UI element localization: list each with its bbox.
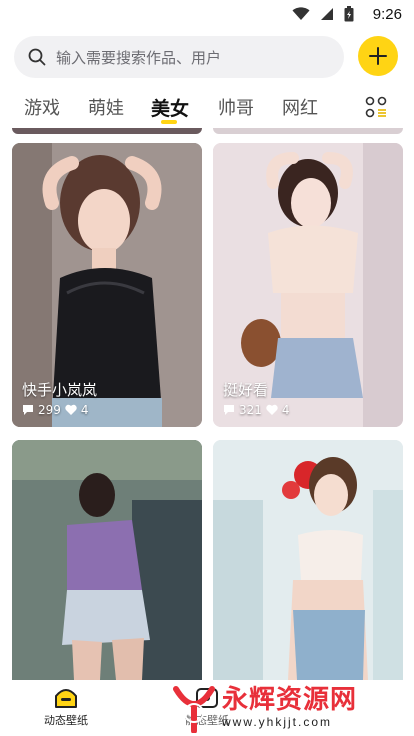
status-bar: 9:26 bbox=[0, 0, 414, 30]
wallpaper-thumbnail bbox=[213, 440, 403, 680]
heart-icon bbox=[266, 404, 278, 415]
search-bar[interactable]: 输入需要搜索作品、用户 bbox=[14, 36, 344, 78]
card-title: 快手小岚岚 bbox=[22, 381, 98, 399]
card-stats: 299 4 bbox=[22, 403, 89, 417]
tab-kids[interactable]: 萌娃 bbox=[88, 94, 124, 120]
tab-handsome[interactable]: 帅哥 bbox=[218, 94, 254, 120]
signal-icon bbox=[321, 8, 333, 20]
home-dynamic-icon bbox=[55, 689, 77, 708]
status-time: 9:26 bbox=[372, 6, 402, 23]
site-watermark: 永辉资源网 www.yhkjjt.com bbox=[168, 685, 357, 733]
battery-icon bbox=[344, 6, 354, 22]
wallpaper-thumbnail bbox=[12, 440, 202, 680]
search-input[interactable]: 输入需要搜索作品、用户 bbox=[56, 47, 221, 68]
tab-influencer[interactable]: 网红 bbox=[282, 94, 318, 120]
wallpaper-card[interactable] bbox=[213, 440, 403, 680]
wallpaper-card-partial[interactable] bbox=[12, 128, 202, 134]
card-stats: 321 4 bbox=[223, 403, 290, 417]
add-button[interactable] bbox=[358, 36, 398, 76]
active-tab-indicator bbox=[161, 120, 177, 124]
category-tabs: 游戏 萌娃 美女 帅哥 网红 bbox=[0, 86, 414, 130]
wallpaper-card[interactable] bbox=[12, 440, 202, 680]
tab-games[interactable]: 游戏 bbox=[24, 94, 60, 120]
like-count: 4 bbox=[281, 403, 290, 417]
watermark-url: www.yhkjjt.com bbox=[222, 715, 333, 729]
comment-count: 321 bbox=[239, 403, 262, 417]
watermark-logo bbox=[173, 686, 215, 733]
tab-beauty[interactable]: 美女 bbox=[151, 94, 189, 121]
wallpaper-card-partial[interactable] bbox=[213, 128, 403, 134]
wallpaper-card[interactable]: 快手小岚岚 299 4 bbox=[12, 143, 202, 427]
status-icons bbox=[292, 6, 354, 22]
watermark-title: 永辉资源网 bbox=[222, 685, 358, 715]
card-title: 挺好看 bbox=[223, 381, 269, 399]
nav-label: 动态壁纸 bbox=[44, 714, 88, 727]
plus-icon bbox=[369, 47, 387, 65]
wallpaper-card[interactable]: 挺好看 321 4 bbox=[213, 143, 403, 427]
comment-icon bbox=[224, 405, 234, 415]
heart-icon bbox=[65, 404, 77, 415]
search-icon bbox=[28, 48, 46, 66]
comment-count: 299 bbox=[38, 403, 61, 417]
wifi-icon bbox=[292, 7, 310, 20]
category-grid-icon[interactable] bbox=[365, 96, 387, 118]
nav-dynamic-wallpaper[interactable]: 动态壁纸 bbox=[44, 686, 88, 728]
like-count: 4 bbox=[80, 403, 89, 417]
comment-icon bbox=[23, 405, 33, 415]
